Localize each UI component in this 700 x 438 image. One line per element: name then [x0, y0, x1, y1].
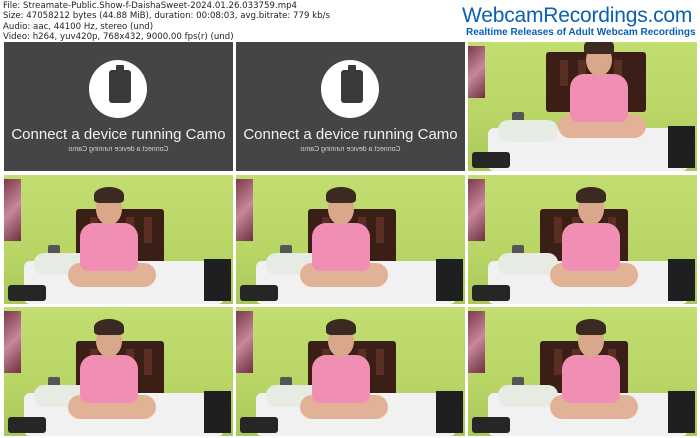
thumbnail-webcam-frame [468, 175, 697, 304]
placeholder-subtitle: Connect a device running Camo [68, 146, 169, 153]
audio-info: Audio: aac, 44100 Hz, stereo (und) [3, 21, 154, 32]
thumbnail-webcam-frame [236, 307, 465, 436]
thumbnail-webcam-frame [4, 175, 233, 304]
device-circle [89, 60, 147, 118]
site-logo: WebcamRecordings.com Realtime Releases o… [460, 4, 698, 40]
thumbnail-grid: Connect a device running Camo Connect a … [4, 42, 698, 436]
file-info: File: Streamate-Public.Show-f-DaishaSwee… [3, 1, 330, 43]
thumbnail-webcam-frame [236, 175, 465, 304]
device-circle [321, 60, 379, 118]
logo-brand: WebcamRecordings.com [462, 4, 693, 27]
thumbnail-webcam-frame [4, 307, 233, 436]
placeholder-subtitle: Connect a device running Camo [300, 146, 401, 153]
file-size: Size: 47058212 bytes (44.88 MiB), durati… [3, 11, 330, 22]
thumbnail-placeholder: Connect a device running Camo Connect a … [4, 42, 233, 171]
thumbnail-placeholder: Connect a device running Camo Connect a … [236, 42, 465, 171]
logo-tagline: Realtime Releases of Adult Webcam Record… [466, 27, 696, 38]
placeholder-title: Connect a device running Camo [11, 126, 226, 143]
placeholder-title: Connect a device running Camo [243, 126, 458, 143]
thumbnail-webcam-frame [468, 42, 697, 171]
phone-device-icon [341, 65, 363, 103]
file-name: File: Streamate-Public.Show-f-DaishaSwee… [3, 1, 297, 11]
thumbnail-webcam-frame [468, 307, 697, 436]
phone-device-icon [109, 65, 131, 103]
